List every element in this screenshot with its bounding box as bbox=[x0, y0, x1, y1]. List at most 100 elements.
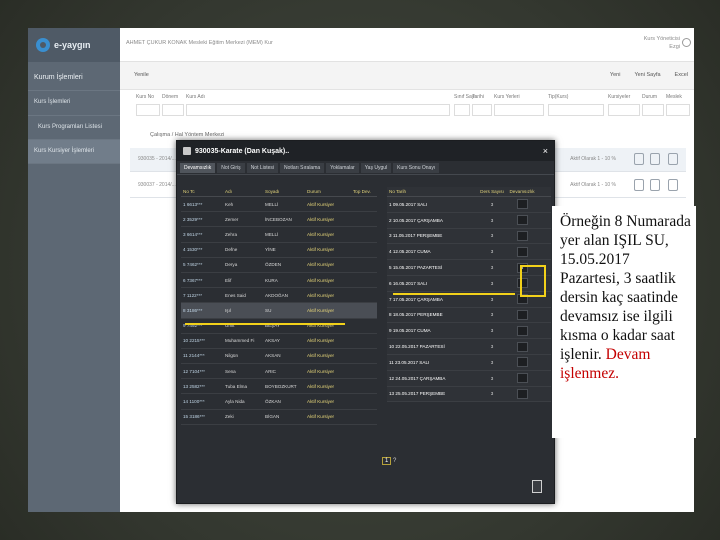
absence-input[interactable] bbox=[516, 325, 528, 336]
lesson-hour-row[interactable]: 1 09.05.2017 SALI 3 bbox=[387, 197, 551, 213]
lesson-hour-row[interactable]: 10 22.05.2017 PAZARTESİ 3 bbox=[387, 339, 551, 355]
document-icon[interactable] bbox=[668, 179, 678, 191]
absence-input[interactable] bbox=[516, 246, 528, 257]
student-cell-soyad: ÖZKAN bbox=[265, 399, 281, 405]
filter-input[interactable] bbox=[494, 104, 544, 116]
col-header: No Tarih bbox=[389, 189, 407, 194]
absence-input[interactable] bbox=[516, 357, 528, 368]
filter-input[interactable] bbox=[136, 104, 160, 116]
page-number[interactable]: 1 bbox=[382, 457, 392, 465]
sidebar-item-kursiyer[interactable]: Kurs Kursiyer İşlemleri bbox=[28, 139, 120, 164]
student-cell-no: 10 2215*** bbox=[183, 338, 205, 344]
new-page-button[interactable]: Yeni Sayfa bbox=[634, 72, 660, 78]
student-cell-ad: Derya bbox=[225, 262, 238, 268]
row-code: 930037 - 2014/... bbox=[138, 182, 176, 188]
excel-button[interactable]: Excel bbox=[675, 72, 688, 78]
student-cell-durum: Aktif Kursiyer bbox=[307, 262, 335, 268]
user-info[interactable]: Kurs Yöneticisi Ezgi bbox=[644, 36, 680, 51]
save-icon[interactable] bbox=[532, 480, 542, 493]
student-row[interactable]: 13 2582*** Tuba Elma BOYBOZKURT Aktif Kursi… bbox=[181, 379, 377, 395]
student-row[interactable]: 4 1530*** Defne YİNE Aktif Kursiyer bbox=[181, 243, 377, 258]
tab-not-siralama[interactable]: Notları Sıralama bbox=[280, 162, 325, 173]
filter-bar: Kurs No Dönem Kurs Adı Sınıf Sayı Tarihi… bbox=[120, 90, 694, 126]
student-cell-durum: Aktif Kursiyer bbox=[307, 414, 335, 420]
student-row[interactable]: 6 7367*** Elif KURA Aktif Kursiyer bbox=[181, 273, 377, 289]
lesson-hour-row[interactable]: 2 10.05.2017 ÇARŞAMBA 3 bbox=[387, 213, 551, 229]
student-row[interactable]: 8 3186*** Işıl SU Aktif Kursiyer bbox=[181, 303, 377, 319]
lesson-hour-row[interactable]: 4 12.05.2017 CUMA 3 bbox=[387, 244, 551, 261]
lesson-hour-row[interactable]: 12 24.05.2017 ÇARŞAMBA 3 bbox=[387, 371, 551, 387]
student-row[interactable]: 12 7104*** Sena ARIC Aktif Kursiyer bbox=[181, 364, 377, 380]
filter-input[interactable] bbox=[642, 104, 664, 116]
student-row[interactable]: 9 7492*** Ümit BEŞAY Aktif Kursiyer bbox=[181, 319, 377, 334]
student-row[interactable]: 3 6614*** Zehra MELLİ Aktif Kursiyer bbox=[181, 227, 377, 243]
absence-input[interactable] bbox=[516, 215, 528, 226]
student-cell-no: 6 7367*** bbox=[183, 277, 203, 283]
tab-yas-uygul[interactable]: Yaş Uygul bbox=[360, 162, 392, 173]
refresh-button[interactable]: Yenile bbox=[134, 72, 149, 78]
student-row[interactable]: 5 7462*** Derya ÖZDEN Aktif Kursiyer bbox=[181, 258, 377, 273]
filter-label: Durum bbox=[642, 94, 658, 100]
filter-input[interactable] bbox=[666, 104, 690, 116]
page-help[interactable]: ? bbox=[393, 458, 396, 464]
absence-input[interactable] bbox=[516, 341, 528, 352]
filter-input[interactable] bbox=[162, 104, 184, 116]
absence-input[interactable] bbox=[516, 373, 528, 384]
settings-icon[interactable] bbox=[650, 179, 660, 191]
student-cell-no: 5 7462*** bbox=[183, 262, 203, 268]
student-row[interactable]: 1 6613*** Keh MELLİ Aktif Kursiyer bbox=[181, 197, 377, 213]
student-row[interactable]: 11 2144*** Nilgün AKSAN Aktif Kursiyer bbox=[181, 349, 377, 365]
lesson-hour-row[interactable]: 11 23.05.2017 SALI 3 bbox=[387, 355, 551, 371]
close-icon[interactable]: × bbox=[543, 146, 548, 156]
lesson-date: 12 24.05.2017 ÇARŞAMBA bbox=[389, 375, 446, 381]
filter-label: Tarihi bbox=[472, 94, 484, 100]
tab-yoklamalar[interactable]: Yoklamalar bbox=[326, 162, 359, 173]
absence-input[interactable] bbox=[516, 199, 528, 210]
student-row[interactable]: 2 3529*** Zemer İNCEBOZAN Aktif Kursiyer bbox=[181, 212, 377, 228]
student-cell-ad: Işıl bbox=[225, 307, 231, 313]
row-status: Aktif Olarak 1 - 10 % bbox=[570, 156, 616, 162]
filter-input[interactable] bbox=[186, 104, 450, 116]
filter-input[interactable] bbox=[608, 104, 640, 116]
logo[interactable]: e-yaygın bbox=[28, 28, 120, 62]
lesson-date: 4 12.05.2017 CUMA bbox=[389, 249, 431, 255]
highlight-underline-student bbox=[185, 323, 345, 325]
student-row[interactable]: 10 2215*** Muhammed Fi AKSAY Aktif Kursiyer bbox=[181, 334, 377, 349]
modal-title-bar[interactable]: 930035-Karate (Dan Kuşak).. bbox=[177, 141, 554, 161]
tab-kurs-sonu[interactable]: Kurs Sonu Onayı bbox=[393, 162, 440, 173]
sidebar-item-kurum[interactable]: Kurum İşlemleri bbox=[28, 62, 120, 92]
filter-input[interactable] bbox=[548, 104, 604, 116]
student-cell-soyad: ÖZDEN bbox=[265, 262, 282, 268]
lesson-hour-row[interactable]: 8 18.05.2017 PERŞEMBE 3 bbox=[387, 308, 551, 324]
tab-not-listesi[interactable]: Not Listesi bbox=[246, 162, 279, 173]
edit-icon[interactable] bbox=[634, 153, 644, 165]
lesson-hour-row[interactable]: 9 19.05.2017 CUMA 3 bbox=[387, 323, 551, 340]
lesson-date: 1 09.05.2017 SALI bbox=[389, 201, 428, 207]
absence-input[interactable] bbox=[516, 309, 528, 320]
settings-icon[interactable] bbox=[650, 153, 660, 165]
tab-devamsizlik[interactable]: Devamsızlık bbox=[180, 162, 216, 173]
col-header: Devamsızlık bbox=[509, 189, 535, 194]
absence-cell-wrap bbox=[509, 199, 535, 210]
document-icon[interactable] bbox=[668, 153, 678, 165]
lesson-count: 3 bbox=[490, 312, 494, 318]
new-button[interactable]: Yeni bbox=[610, 72, 621, 78]
sidebar-item-kurs[interactable]: Kurs İşlemleri bbox=[28, 91, 120, 116]
filter-input[interactable] bbox=[454, 104, 470, 116]
student-row[interactable]: 14 1100*** Ayla Nida ÖZKAN Aktif Kursiyer bbox=[181, 394, 377, 410]
student-row[interactable]: 7 1122*** Enes Said AKDOĞAN Aktif Kursiyer bbox=[181, 288, 377, 304]
lesson-hour-row[interactable]: 3 11.05.2017 PERŞEMBE 3 bbox=[387, 229, 551, 245]
tab-not-giris[interactable]: Not Giriş bbox=[217, 162, 245, 173]
student-cell-soyad: SU bbox=[265, 307, 272, 313]
col-header: No Tc bbox=[183, 189, 195, 194]
student-cell-no: 13 2582*** bbox=[183, 383, 205, 389]
absence-cell-wrap bbox=[509, 230, 535, 241]
sidebar-item-kurs-programlari[interactable]: Kurs Programları Listesi bbox=[28, 116, 120, 140]
filter-input[interactable] bbox=[472, 104, 492, 116]
absence-input[interactable] bbox=[516, 230, 528, 241]
power-icon[interactable] bbox=[682, 38, 691, 47]
absence-input[interactable] bbox=[516, 388, 528, 399]
lesson-hour-row[interactable]: 13 25.05.2017 PERŞEMBE 3 bbox=[387, 387, 551, 403]
student-row[interactable]: 15 3186*** Zeki BİGAN Aktif Kursiyer bbox=[181, 410, 377, 425]
edit-icon[interactable] bbox=[634, 179, 644, 191]
